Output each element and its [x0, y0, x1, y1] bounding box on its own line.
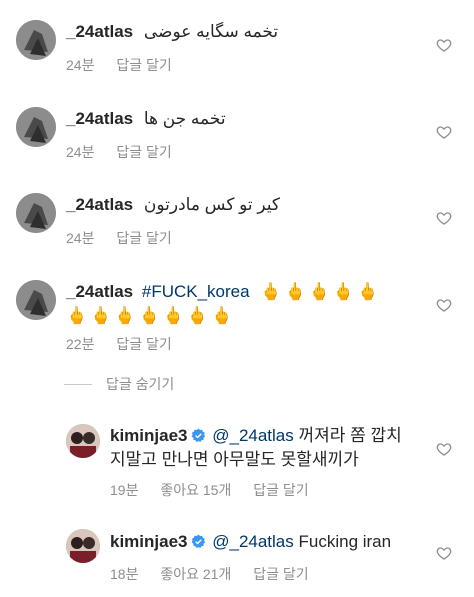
comment-message: تخمه سگایه عوضی [143, 22, 279, 41]
comment-meta: 22분 답글 달기 [66, 334, 172, 354]
avatar[interactable] [16, 20, 56, 60]
reply-button[interactable]: 답글 달기 [116, 230, 171, 246]
comment-time: 24분 [66, 57, 95, 73]
reply-text-line2: 지말고 만나면 아무말도 못할새끼가 [110, 448, 359, 472]
avatar[interactable] [16, 107, 56, 147]
comment-username[interactable]: _24atlas [66, 282, 133, 301]
comment-hashtag[interactable]: #FUCK_korea [142, 282, 250, 301]
heart-outline-icon[interactable] [436, 124, 452, 140]
comment-meta: 24분 답글 달기 [66, 55, 172, 75]
heart-outline-icon[interactable] [436, 37, 452, 53]
verified-badge-icon [191, 534, 205, 548]
reply-message: 꺼져라 쫌 깝치 [298, 426, 402, 445]
heart-outline-icon[interactable] [436, 297, 452, 313]
heart-outline-icon[interactable] [436, 441, 452, 457]
comment-text: _24atlas تخمه جن ها [66, 107, 226, 131]
reply-time: 18분 [110, 566, 139, 582]
reply-text: kiminjae3 @_24atlas 꺼져라 쫌 깝치 [110, 424, 402, 448]
comment-text: _24atlas تخمه سگایه عوضی [66, 20, 278, 44]
comment-text-line2: 🖕🖕🖕🖕🖕🖕🖕 [66, 304, 235, 328]
reply-button[interactable]: 답글 달기 [116, 144, 171, 160]
reply-time: 19분 [110, 482, 139, 498]
comment-text: _24atlas #FUCK_korea 🖕🖕🖕🖕🖕 [66, 280, 381, 304]
comment-username[interactable]: _24atlas [66, 22, 133, 41]
comment-meta: 24분 답글 달기 [66, 228, 172, 248]
reply-button[interactable]: 답글 달기 [253, 482, 308, 498]
avatar[interactable] [66, 529, 100, 563]
comment-time: 22분 [66, 336, 95, 352]
comment-text: _24atlas کیر تو کس مادرتون [66, 193, 280, 217]
reply-text: kiminjae3 @_24atlas Fucking iran [110, 530, 391, 554]
reply-meta: 18분 좋아요 21개 답글 달기 [110, 564, 309, 584]
emoji-row: 🖕🖕🖕🖕🖕🖕🖕 [66, 306, 236, 325]
reply-message: Fucking iran [298, 532, 392, 551]
avatar[interactable] [16, 193, 56, 233]
reply-mention[interactable]: @_24atlas [212, 426, 294, 445]
avatar[interactable] [16, 280, 56, 320]
reply-likes[interactable]: 좋아요 21개 [160, 566, 231, 582]
comment-time: 24분 [66, 144, 95, 160]
reply-message-line2: 지말고 만나면 아무말도 못할새끼가 [110, 450, 359, 469]
reply-button[interactable]: 답글 달기 [116, 336, 171, 352]
divider-line [64, 384, 92, 385]
emoji-row: 🖕🖕🖕🖕🖕 [260, 282, 382, 301]
comment-message: تخمه جن ها [143, 109, 226, 128]
reply-likes[interactable]: 좋아요 15개 [160, 482, 231, 498]
avatar[interactable] [66, 424, 100, 458]
verified-badge-icon [191, 428, 205, 442]
reply-username[interactable]: kiminjae3 [110, 426, 188, 445]
hide-replies-button[interactable]: 답글 숨기기 [64, 374, 174, 394]
reply-username[interactable]: kiminjae3 [110, 532, 188, 551]
reply-mention[interactable]: @_24atlas [212, 532, 294, 551]
heart-outline-icon[interactable] [436, 545, 452, 561]
comment-time: 24분 [66, 230, 95, 246]
comment-username[interactable]: _24atlas [66, 195, 133, 214]
reply-button[interactable]: 답글 달기 [253, 566, 308, 582]
comment-message: کیر تو کس مادرتون [143, 195, 280, 214]
reply-meta: 19분 좋아요 15개 답글 달기 [110, 480, 309, 500]
reply-button[interactable]: 답글 달기 [116, 57, 171, 73]
hide-replies-label[interactable]: 답글 숨기기 [106, 376, 174, 392]
comment-username[interactable]: _24atlas [66, 109, 133, 128]
heart-outline-icon[interactable] [436, 210, 452, 226]
comment-meta: 24분 답글 달기 [66, 142, 172, 162]
